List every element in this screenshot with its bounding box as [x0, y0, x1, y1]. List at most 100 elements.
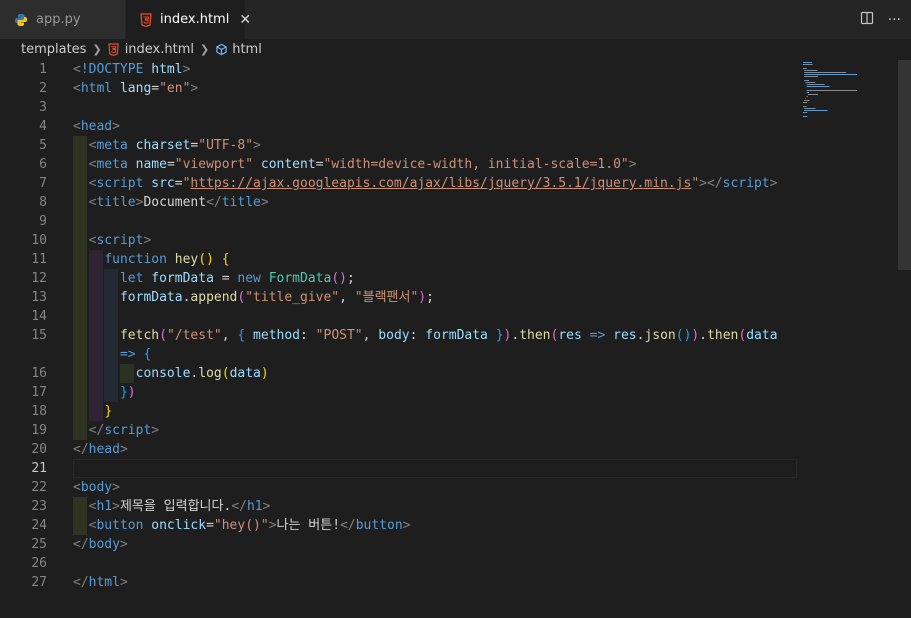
minimap-line: [806, 90, 857, 91]
code-line[interactable]: 18 }: [0, 402, 800, 421]
code-line[interactable]: 12 let formData = new FormData();: [0, 269, 800, 288]
code-text: <h1>제목을 입력합니다.</h1>: [88, 499, 271, 514]
code-text: <html lang="en">: [73, 81, 199, 96]
code-line[interactable]: 24 <button onclick="hey()">나는 버튼!</butto…: [0, 516, 800, 535]
indent-guide: [73, 307, 87, 326]
editor-actions: ···: [860, 0, 901, 39]
code-line[interactable]: 15 fetch("/test", { method: "POST", body…: [0, 326, 800, 345]
tab-label: index.html: [160, 12, 230, 27]
code-line[interactable]: 14: [0, 307, 800, 326]
python-icon: [14, 13, 28, 27]
code-line[interactable]: 6 <meta name="viewport" content="width=d…: [0, 155, 800, 174]
indent-guide: [104, 307, 119, 326]
minimap-line: [803, 102, 808, 103]
code-line[interactable]: 2 <html lang="en">: [0, 79, 800, 98]
line-number: 5: [39, 138, 47, 153]
minimap-line: [803, 62, 812, 63]
code-line[interactable]: 4 <head>: [0, 117, 800, 136]
minimap-line: [804, 74, 857, 75]
line-number: 18: [31, 404, 47, 419]
breadcrumb-folder[interactable]: templates: [21, 42, 86, 57]
close-icon[interactable]: ✕: [239, 12, 251, 28]
code-text: <meta charset="UTF-8">: [88, 138, 261, 153]
tab-index-html[interactable]: index.html ✕: [126, 0, 251, 39]
code-line[interactable]: 8 <title>Document</title>: [0, 193, 800, 212]
line-number: 6: [39, 157, 47, 172]
indent-guide: [73, 212, 87, 231]
code-line[interactable]: 27 </html>: [0, 573, 800, 592]
line-number: 17: [31, 385, 47, 400]
code-line[interactable]: 21: [0, 459, 800, 478]
line-number: 10: [31, 233, 47, 248]
line-number: 14: [31, 309, 47, 324]
line-number: 26: [31, 556, 47, 571]
minimap-line: [806, 96, 808, 97]
minimap-line: [806, 84, 825, 85]
code-line[interactable]: 3: [0, 98, 800, 117]
html5-icon: [107, 43, 119, 56]
line-number: 4: [39, 119, 47, 134]
code-line[interactable]: 17 }): [0, 383, 800, 402]
code-text: </head>: [73, 442, 128, 457]
vertical-scrollbar[interactable]: [898, 60, 911, 270]
code-line[interactable]: 1 <!DOCTYPE html>: [0, 60, 800, 79]
line-number: 11: [31, 252, 47, 267]
split-editor-icon[interactable]: [860, 11, 874, 29]
minimap-line: [807, 94, 818, 95]
breadcrumb-element-label: html: [232, 42, 262, 57]
minimap-line: [806, 86, 830, 87]
horizontal-scrollbar[interactable]: [0, 605, 911, 618]
code-text: <button onclick="hey()">나는 버튼!</button>: [88, 518, 411, 533]
code-line[interactable]: => {: [0, 345, 800, 364]
code-line[interactable]: 19 </script>: [0, 421, 800, 440]
code-text: </script>: [88, 423, 160, 438]
line-number: 13: [31, 290, 47, 305]
code-line[interactable]: 5 <meta charset="UTF-8">: [0, 136, 800, 155]
current-line-highlight: [73, 459, 797, 478]
code-text: => {: [119, 347, 152, 362]
more-actions-icon[interactable]: ···: [888, 12, 901, 28]
code-line[interactable]: 25 </body>: [0, 535, 800, 554]
line-number: 19: [31, 423, 47, 438]
minimap[interactable]: [800, 60, 900, 120]
minimap-line: [806, 92, 809, 93]
chevron-right-icon: ❯: [92, 43, 102, 56]
code-line[interactable]: 20 </head>: [0, 440, 800, 459]
line-number: 3: [39, 100, 47, 115]
breadcrumb-element[interactable]: html: [215, 42, 262, 57]
code-line[interactable]: 11 function hey() {: [0, 250, 800, 269]
code-text: <meta name="viewport" content="width=dev…: [88, 157, 637, 172]
code-text: }: [104, 404, 113, 419]
minimap-line: [803, 116, 808, 117]
breadcrumb: templates ❯ index.html ❯ html: [0, 39, 911, 60]
breadcrumb-file[interactable]: index.html: [107, 42, 194, 57]
code-text: <head>: [73, 119, 120, 134]
code-editor[interactable]: 1 <!DOCTYPE html> 2 <html lang="en"> 3 4 <head…: [0, 60, 911, 618]
code-line[interactable]: 13 formData.append("title_give", "블랙팬서")…: [0, 288, 800, 307]
html5-icon: [140, 12, 152, 27]
line-number: 7: [39, 176, 47, 191]
chevron-right-icon: ❯: [200, 43, 210, 56]
tab-app-py[interactable]: app.py: [0, 0, 126, 39]
code-line[interactable]: 22 <body>: [0, 478, 800, 497]
minimap-line: [804, 72, 847, 73]
code-line[interactable]: 10 <script>: [0, 231, 800, 250]
line-number: 15: [31, 328, 47, 343]
line-number: 12: [31, 271, 47, 286]
code-text: <script src="https://ajax.googleapis.com…: [88, 176, 778, 191]
indent-guide: [88, 307, 103, 326]
minimap-line: [804, 100, 810, 101]
code-text: function hey() {: [104, 252, 230, 267]
code-line[interactable]: 26: [0, 554, 800, 573]
minimap-line: [804, 76, 818, 77]
tab-label: app.py: [36, 12, 81, 27]
code-text: <body>: [73, 480, 120, 495]
code-line[interactable]: 9: [0, 212, 800, 231]
line-number: 1: [39, 62, 47, 77]
minimap-line: [804, 110, 828, 111]
line-number: 22: [31, 480, 47, 495]
code-line[interactable]: 7 <script src="https://ajax.googleapis.c…: [0, 174, 800, 193]
line-number: 25: [31, 537, 47, 552]
code-line[interactable]: 23 <h1>제목을 입력합니다.</h1>: [0, 497, 800, 516]
code-line[interactable]: 16 console.log(data): [0, 364, 800, 383]
